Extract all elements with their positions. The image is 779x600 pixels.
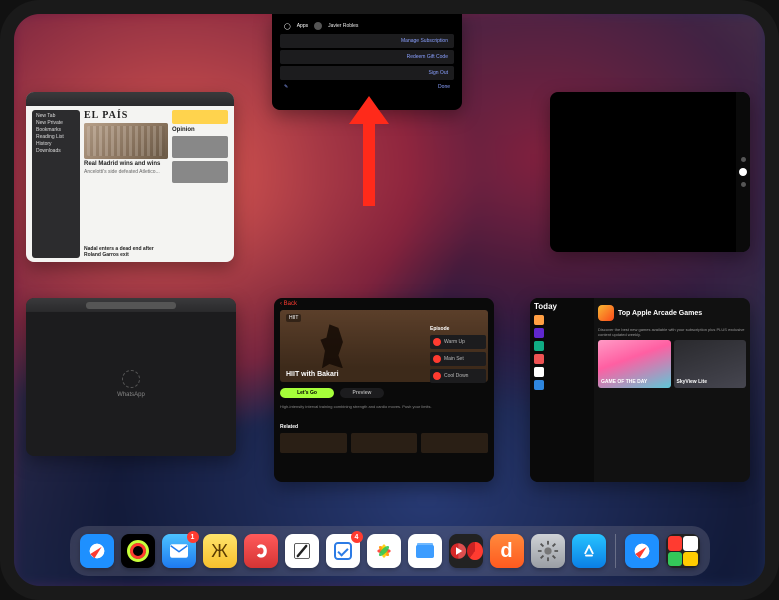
ad-banner bbox=[172, 110, 228, 124]
site-masthead: EL PAÍS bbox=[84, 110, 168, 121]
dock-recent-safari[interactable] bbox=[625, 534, 659, 568]
context-menu: New TabNew PrivateBookmarksReading ListH… bbox=[32, 110, 80, 258]
dock-app-bear[interactable] bbox=[244, 534, 278, 568]
avatar-icon bbox=[314, 22, 322, 30]
webpage-preview: New TabNew PrivateBookmarksReading ListH… bbox=[26, 106, 234, 262]
url-field bbox=[86, 302, 176, 309]
hero-copy: Discover the best new games available wi… bbox=[598, 327, 746, 337]
webpage-preview: WhatsApp bbox=[26, 312, 236, 456]
start-button: Let's Go bbox=[280, 388, 334, 398]
app-card-fitness[interactable]: Fitness ‹ Back HIIT HIIT with Bakari Epi… bbox=[274, 298, 494, 482]
settings-preview: ◯ Apps Javier Robles Manage Subscription… bbox=[272, 14, 462, 96]
app-card-safari-whatsapp[interactable]: Safari ▫ whatsapp.com WhatsApp bbox=[26, 298, 236, 456]
list-item: Cool Down bbox=[444, 373, 468, 379]
dock-app-butterfly[interactable]: Ж bbox=[203, 534, 237, 568]
appstore-main: Top Apple Arcade Games Discover the best… bbox=[594, 298, 750, 482]
dock-app-notability[interactable] bbox=[285, 534, 319, 568]
sidebar-title: Today bbox=[534, 302, 590, 311]
list-item: Main Set bbox=[444, 356, 464, 362]
ipad-frame: Safari ▫ elpais.com New TabNew PrivateBo… bbox=[0, 0, 779, 600]
edit-icon: ✎ bbox=[284, 84, 288, 90]
sidebar-head: Episode bbox=[430, 326, 486, 332]
app-card-camera[interactable]: 📷 Camera bbox=[550, 92, 750, 252]
episode-sidebar: Episode Warm Up Main Set Cool Down bbox=[430, 326, 486, 383]
dock-app-things[interactable]: 4 bbox=[326, 534, 360, 568]
swipe-up-arrow-annotation bbox=[352, 96, 386, 206]
done-button-label: Done bbox=[438, 84, 450, 90]
back-nav: ‹ Back bbox=[274, 298, 494, 310]
workout-title: HIIT with Bakari bbox=[286, 371, 339, 378]
dock[interactable]: 1 Ж 4 d bbox=[70, 526, 710, 576]
dock-app-photos[interactable] bbox=[367, 534, 401, 568]
dock-app-mail[interactable]: 1 bbox=[162, 534, 196, 568]
dock-app-files[interactable] bbox=[408, 534, 442, 568]
section-label: Opinion bbox=[172, 127, 228, 133]
signout-link: Sign Out bbox=[429, 70, 448, 76]
glyph: d bbox=[500, 540, 512, 563]
dock-app-safari[interactable] bbox=[80, 534, 114, 568]
dock-app-appstore[interactable] bbox=[572, 534, 606, 568]
footer-headline: Nadal enters a dead end after Roland Gar… bbox=[84, 246, 168, 258]
feature-card: GAME OF THE DAY bbox=[598, 340, 671, 388]
camera-controls bbox=[736, 92, 750, 252]
dock-app-dictionary[interactable]: d bbox=[490, 534, 524, 568]
dock-separator bbox=[615, 534, 616, 568]
app-card-appstore[interactable]: App Store Today Top Apple Arcade Games bbox=[530, 298, 750, 482]
thumb-image bbox=[172, 161, 228, 183]
badge: 4 bbox=[351, 531, 363, 543]
workout-desc: High-intensity interval training combini… bbox=[274, 404, 494, 424]
whatsapp-icon bbox=[122, 370, 140, 388]
shutter-button-icon bbox=[739, 168, 747, 176]
workout-tag: HIIT bbox=[286, 314, 301, 322]
thumb-image bbox=[172, 136, 228, 158]
redeem-link: Redeem Gift Code bbox=[407, 54, 448, 60]
thumb-image bbox=[421, 433, 488, 453]
headline: Real Madrid wins and wins bbox=[84, 161, 168, 167]
app-card-settings-swiping[interactable]: ◯ Apps Javier Robles Manage Subscription… bbox=[272, 14, 462, 110]
app-card-safari-elpais[interactable]: Safari ▫ elpais.com New TabNew PrivateBo… bbox=[26, 92, 234, 262]
safari-toolbar bbox=[26, 92, 234, 106]
hero-title: Top Apple Arcade Games bbox=[618, 310, 702, 317]
dock-app-settings[interactable] bbox=[531, 534, 565, 568]
account-name: Javier Robles bbox=[328, 23, 358, 29]
thumb-image bbox=[280, 433, 347, 453]
dock-app-fitness[interactable] bbox=[121, 534, 155, 568]
badge: 1 bbox=[187, 531, 199, 543]
manage-link: Manage Subscription bbox=[401, 38, 448, 44]
app-switcher[interactable]: Safari ▫ elpais.com New TabNew PrivateBo… bbox=[14, 14, 765, 586]
arcade-icon bbox=[598, 305, 614, 321]
appstore-sidebar: Today bbox=[530, 298, 594, 482]
list-item: Warm Up bbox=[444, 339, 465, 345]
flip-icon bbox=[741, 157, 746, 162]
feature-label: SkyView Lite bbox=[677, 380, 707, 385]
safari-toolbar bbox=[26, 298, 236, 312]
whatsapp-label: WhatsApp bbox=[117, 392, 145, 398]
feature-label: GAME OF THE DAY bbox=[601, 380, 647, 385]
lede: Ancelotti's side defeated Atletico... bbox=[84, 169, 168, 175]
dock-recent-stack[interactable] bbox=[666, 534, 700, 568]
hero-image bbox=[84, 123, 168, 159]
dock-app-fantastical[interactable] bbox=[449, 534, 483, 568]
last-photo-icon bbox=[741, 182, 746, 187]
preview-button: Preview bbox=[340, 388, 384, 398]
thumb-image bbox=[351, 433, 418, 453]
feature-card: SkyView Lite bbox=[674, 340, 747, 388]
